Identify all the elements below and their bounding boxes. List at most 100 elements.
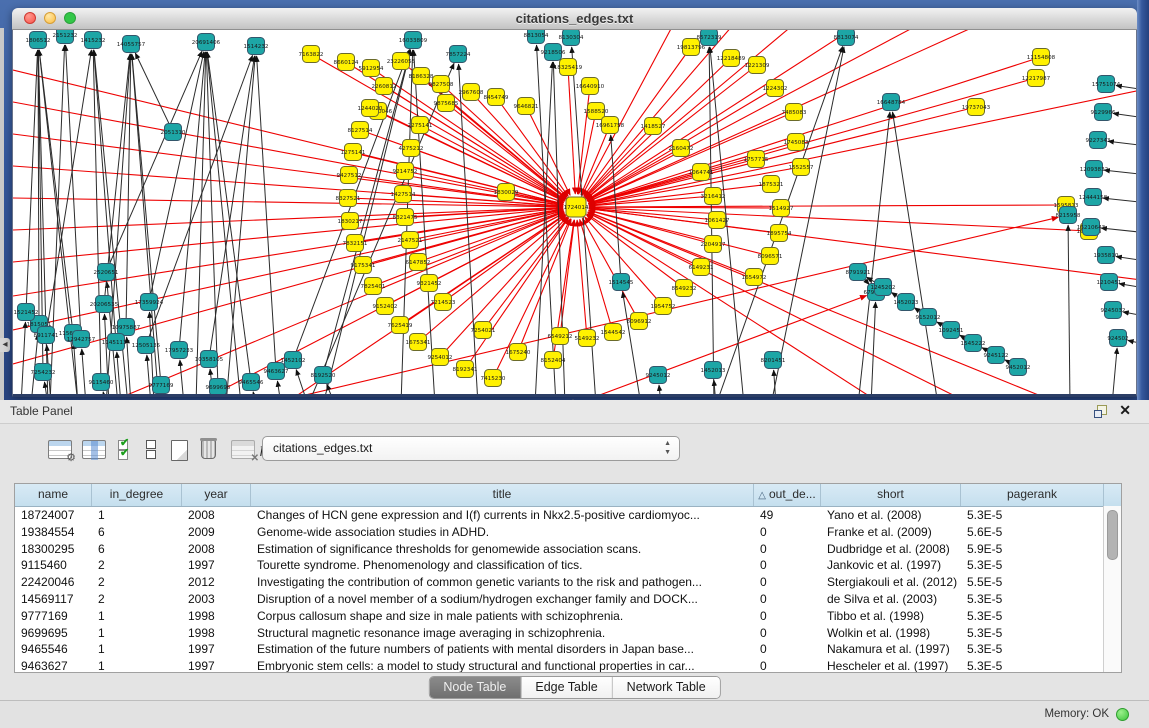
graph-node-label: 7214523 (431, 300, 456, 306)
table-row[interactable]: 1872400712008Changes of HCN gene express… (15, 507, 1121, 524)
table-cell: 5.5E-5 (961, 574, 1104, 591)
table-cell: 1997 (182, 641, 251, 658)
graph-node-label: 1452102 (281, 358, 306, 364)
table-row[interactable]: 946554611997Estimation of the future num… (15, 641, 1121, 658)
graph-edge (253, 392, 256, 394)
graph-edge (353, 152, 563, 204)
table-row[interactable]: 946362711997Embryonic stem cells: a mode… (15, 658, 1121, 673)
graph-node-label: 9452012 (1006, 365, 1031, 371)
tab-network-table[interactable]: Network Table (613, 677, 720, 698)
graph-edge (573, 295, 867, 394)
column-header-pagerank[interactable]: pagerank (961, 484, 1104, 506)
graph-edge (13, 210, 563, 364)
table-cell: 0 (754, 591, 821, 608)
network-svg[interactable]: 1724014716382286601245912954232260559827… (13, 30, 1136, 394)
graph-node-label: 8192341 (453, 367, 478, 373)
tab-edge-table[interactable]: Edge Table (521, 677, 612, 698)
desktop-right-band (1137, 0, 1149, 400)
graph-node-label: 1552557 (789, 165, 814, 171)
graph-node-label: 8215958 (1056, 213, 1081, 219)
graph-edge (858, 112, 890, 394)
table-cell: Embryonic stem cells: a model to study s… (251, 658, 754, 673)
graph-node-label: 12093832 (1080, 167, 1108, 173)
network-window[interactable]: citations_edges.txt 17240147163822866012… (12, 8, 1137, 396)
column-header-short[interactable]: short (821, 484, 961, 506)
graph-nodes[interactable]: 1724014716382286601245912954232260559827… (14, 30, 1129, 394)
graph-node-label: 9214752 (393, 169, 418, 175)
graph-node-label: 15751074 (1092, 82, 1121, 88)
table-cell: 0 (754, 625, 821, 642)
graph-edge (1103, 198, 1136, 202)
new-table-icon[interactable] (171, 440, 188, 461)
select-rows-icon[interactable]: ✔✔ (118, 440, 134, 460)
table-row[interactable]: 2242004622012Investigating the contribut… (15, 574, 1121, 591)
collapse-panel-arrow[interactable]: ◂ (0, 338, 10, 352)
dropdown-arrows-icon: ▲▼ (664, 439, 671, 457)
table-cell: 14569117 (15, 591, 92, 608)
graph-node-label: 18325419 (554, 65, 583, 71)
graph-edge (132, 54, 161, 385)
graph-node-label: 10975887 (112, 325, 141, 331)
table-row[interactable]: 911546021997Tourette syndrome. Phenomeno… (15, 557, 1121, 574)
column-header-name[interactable]: name (15, 484, 92, 506)
graph-node-label: 1514927 (769, 206, 794, 212)
column-header-in_degree[interactable]: in_degree (92, 484, 182, 506)
table-cell: 6 (92, 541, 182, 558)
memory-status-indicator[interactable] (1116, 708, 1129, 721)
table-cell: Tourette syndrome. Phenomenology and cla… (251, 557, 754, 574)
scrollbar-thumb[interactable] (1107, 510, 1118, 560)
graph-edge (1101, 228, 1136, 232)
table-row[interactable]: 969969511998Structural magnetic resonanc… (15, 625, 1121, 642)
table-body: 1872400712008Changes of HCN gene express… (15, 507, 1121, 673)
table-cell: Hescheler et al. (1997) (821, 658, 961, 673)
graph-node-label: 12217987 (1022, 76, 1051, 82)
table-row[interactable]: 977716911998Corpus callosum shape and si… (15, 608, 1121, 625)
table-cell: 0 (754, 641, 821, 658)
trash-icon[interactable] (201, 440, 216, 459)
table-scrollbar[interactable] (1103, 506, 1121, 672)
graph-node-label: 1875321 (759, 182, 784, 188)
table-row[interactable]: 1830029562008Estimation of significance … (15, 541, 1121, 558)
table-row[interactable]: 1938455462009Genome-wide association stu… (15, 524, 1121, 541)
table-settings-icon[interactable]: ⚙ (48, 440, 72, 459)
table-cell: Investigating the contribution of common… (251, 574, 754, 591)
table-select-dropdown[interactable]: citations_edges.txt ▲▼ (262, 436, 680, 461)
graph-edge (535, 62, 552, 394)
table-row[interactable]: 1456911722003Disruption of a novel membe… (15, 591, 1121, 608)
graph-edge (207, 52, 251, 382)
graph-node-label: 2160472 (669, 146, 694, 152)
delete-table-icon[interactable]: ✕ (231, 440, 255, 459)
table-cell: 9463627 (15, 658, 92, 673)
column-header-title[interactable]: title (251, 484, 754, 506)
table-cell: 0 (754, 658, 821, 673)
row-height-icon[interactable] (146, 440, 156, 460)
table-cell: 5.9E-5 (961, 541, 1104, 558)
graph-node-label: 19813796 (677, 45, 706, 51)
float-panel-icon[interactable] (1094, 405, 1107, 418)
node-table[interactable]: namein_degreeyeartitle△out_de...shortpag… (14, 483, 1122, 673)
graph-node-label: 7832151 (343, 241, 368, 247)
graph-node-label: 1210451 (1097, 280, 1122, 286)
column-visibility-icon[interactable] (82, 440, 106, 459)
graph-edge (13, 208, 563, 262)
graph-node-label: 1745083 (784, 140, 809, 146)
graph-node-label: 14055757 (117, 42, 146, 48)
table-header-row: namein_degreeyeartitle△out_de...shortpag… (15, 484, 1121, 507)
column-header-out_de[interactable]: △out_de... (754, 484, 821, 506)
table-cell: 1997 (182, 557, 251, 574)
graph-node-label: 1221309 (745, 63, 770, 69)
column-header-year[interactable]: year (182, 484, 251, 506)
table-cell: 5.3E-5 (961, 591, 1104, 608)
graph-node-label: 9427512 (337, 173, 362, 179)
graph-node-label: 1724014 (564, 205, 589, 211)
graph-node-label: 6147852 (406, 260, 431, 266)
close-panel-icon[interactable]: ✕ (1119, 402, 1131, 419)
table-cell: Structural magnetic resonance image aver… (251, 625, 754, 642)
tab-node-table[interactable]: Node Table (429, 677, 521, 698)
table-cell: 1 (92, 608, 182, 625)
network-window-titlebar[interactable]: citations_edges.txt (12, 8, 1137, 30)
table-cell: de Silva et al. (2003) (821, 591, 961, 608)
network-canvas[interactable]: 1724014716382286601245912954232260559827… (12, 30, 1137, 397)
graph-edge (659, 385, 661, 394)
table-panel-header: Table Panel ✕ (0, 400, 1149, 424)
